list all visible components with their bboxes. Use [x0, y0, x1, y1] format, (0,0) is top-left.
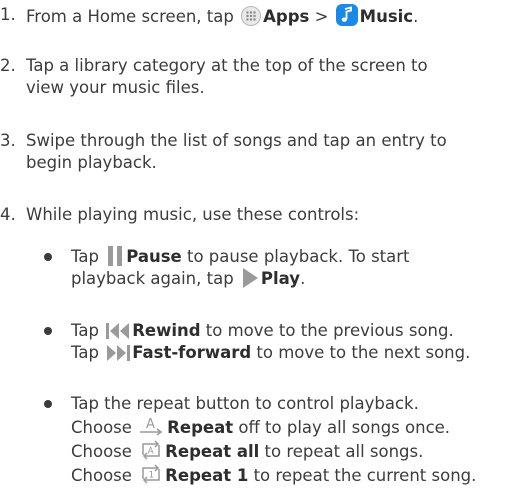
svg-text:A: A — [146, 417, 155, 432]
pause-label: Pause — [126, 247, 182, 266]
fast-forward-label: Fast-forward — [132, 343, 252, 362]
step-text: Tap a library category at the top of the… — [26, 56, 428, 97]
fast-forward-icon — [106, 344, 131, 362]
step-number: 4. — [0, 205, 16, 224]
rewind-icon — [106, 322, 130, 340]
step-text: Swipe through the list of songs and tap … — [26, 131, 447, 172]
repeat-all-label: Repeat all — [165, 442, 260, 461]
step-text: From a Home screen, tap Apps > Music. — [26, 4, 516, 28]
bullet-dot — [44, 253, 52, 261]
apps-label: Apps — [263, 7, 310, 26]
apps-icon — [241, 6, 262, 26]
step-number: 3. — [0, 131, 16, 150]
play-icon — [241, 268, 259, 288]
bullet-dot — [44, 327, 52, 335]
pause-icon — [106, 246, 124, 266]
repeat-off-icon: A — [139, 415, 165, 437]
repeat-one-label: Repeat 1 — [165, 466, 249, 485]
step-text: While playing music, use these controls: — [26, 205, 360, 224]
rewind-label: Rewind — [132, 321, 201, 340]
music-label: Music — [359, 7, 414, 26]
repeat-one-icon: 1 — [139, 463, 163, 485]
separator: > — [314, 7, 329, 26]
repeat-off-label: Repeat — [167, 418, 234, 437]
music-app-icon — [335, 4, 358, 26]
svg-text:A: A — [148, 447, 155, 457]
step-number: 1. — [0, 5, 16, 24]
step-number: 2. — [0, 56, 16, 75]
repeat-all-icon: A — [139, 439, 163, 461]
play-label: Play — [260, 269, 301, 288]
svg-text:1: 1 — [149, 471, 155, 481]
bullet-dot — [44, 400, 52, 408]
